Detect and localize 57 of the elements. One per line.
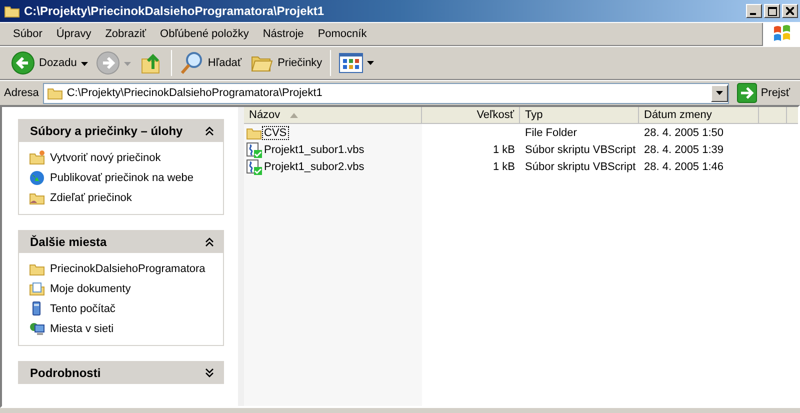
file-name[interactable]: Projekt1_subor1.vbs [263, 144, 366, 156]
menu-item[interactable]: Pomocník [310, 26, 374, 42]
maximize-icon [768, 6, 776, 16]
task-link[interactable]: Zdieľať priečinok [50, 192, 132, 204]
panel-header[interactable]: Súbory a priečinky – úlohy [18, 119, 224, 142]
close-button[interactable] [782, 4, 798, 18]
minimize-button[interactable] [746, 4, 762, 18]
task-link[interactable]: PriecinokDalsiehoProgramatora [50, 263, 206, 275]
task-link[interactable]: Publikovať priečinok na webe [50, 172, 194, 184]
task-link[interactable]: Miesta v sieti [50, 323, 114, 335]
task-link[interactable]: Tento počítač [50, 303, 116, 315]
windows-logo-icon [772, 24, 792, 44]
dropdown-caret-icon [716, 91, 723, 95]
view-grid-icon [339, 53, 364, 73]
column-header[interactable]: Názov [244, 107, 422, 123]
menu-item[interactable]: Obľúbené položky [153, 26, 256, 42]
maximize-button[interactable] [764, 4, 780, 18]
file-type: Súbor skriptu VBScript [524, 144, 637, 156]
file-type: File Folder [524, 126, 578, 138]
file-date: 28. 4. 2005 1:50 [643, 126, 725, 138]
collapse-chevron-icon[interactable] [205, 236, 214, 246]
window-title: C:\Projekty\PriecinokDalsiehoProgramatora\Projekt1 [24, 4, 326, 18]
menu-item[interactable]: Súbor [6, 26, 50, 42]
expand-chevron-icon[interactable] [205, 368, 214, 378]
dropdown-caret-icon [367, 61, 374, 65]
panel-header[interactable]: Podrobnosti [18, 361, 224, 384]
file-date: 28. 4. 2005 1:46 [643, 160, 725, 172]
file-size: 1 kB [492, 160, 515, 172]
file-name[interactable]: Projekt1_subor2.vbs [263, 160, 366, 172]
search-icon [180, 51, 204, 75]
folders-button[interactable]: Priečinky [246, 49, 326, 77]
menu-item[interactable]: Nástroje [256, 26, 311, 42]
dropdown-caret-icon [124, 62, 131, 66]
address-field[interactable]: C:\Projekty\PriecinokDalsiehoProgramatora\Projekt1 [42, 82, 729, 104]
task-link[interactable]: Vytvoriť nový priečinok [50, 152, 161, 164]
close-icon [786, 7, 794, 15]
panel-header[interactable]: Ďalšie miesta [18, 230, 224, 253]
file-type: Súbor skriptu VBScript [524, 160, 637, 172]
dropdown-button[interactable] [710, 84, 728, 102]
menu-item[interactable]: Úpravy [49, 26, 98, 42]
column-header[interactable]: Typ [520, 107, 639, 123]
dropdown-caret-icon [80, 62, 88, 66]
address-label: Adresa [4, 87, 39, 99]
file-name[interactable]: CVS [263, 126, 288, 138]
new-folder-icon[interactable] [29, 150, 45, 166]
search-button[interactable]: Hľadať [176, 49, 245, 77]
file-date: 28. 4. 2005 1:39 [643, 144, 725, 156]
column-header[interactable]: Veľkosť [422, 107, 520, 123]
collapse-chevron-icon[interactable] [205, 126, 214, 136]
go-button[interactable]: Prejsť [732, 83, 796, 103]
task-link[interactable]: Moje dokumenty [50, 283, 131, 295]
file-size: 1 kB [492, 144, 515, 156]
back-button[interactable]: Dozadu [8, 49, 91, 77]
menu-item[interactable]: Zobraziť [98, 26, 154, 42]
column-header[interactable]: Dátum zmeny [639, 107, 759, 123]
network-icon[interactable] [29, 321, 45, 337]
globe-icon[interactable] [29, 170, 45, 186]
